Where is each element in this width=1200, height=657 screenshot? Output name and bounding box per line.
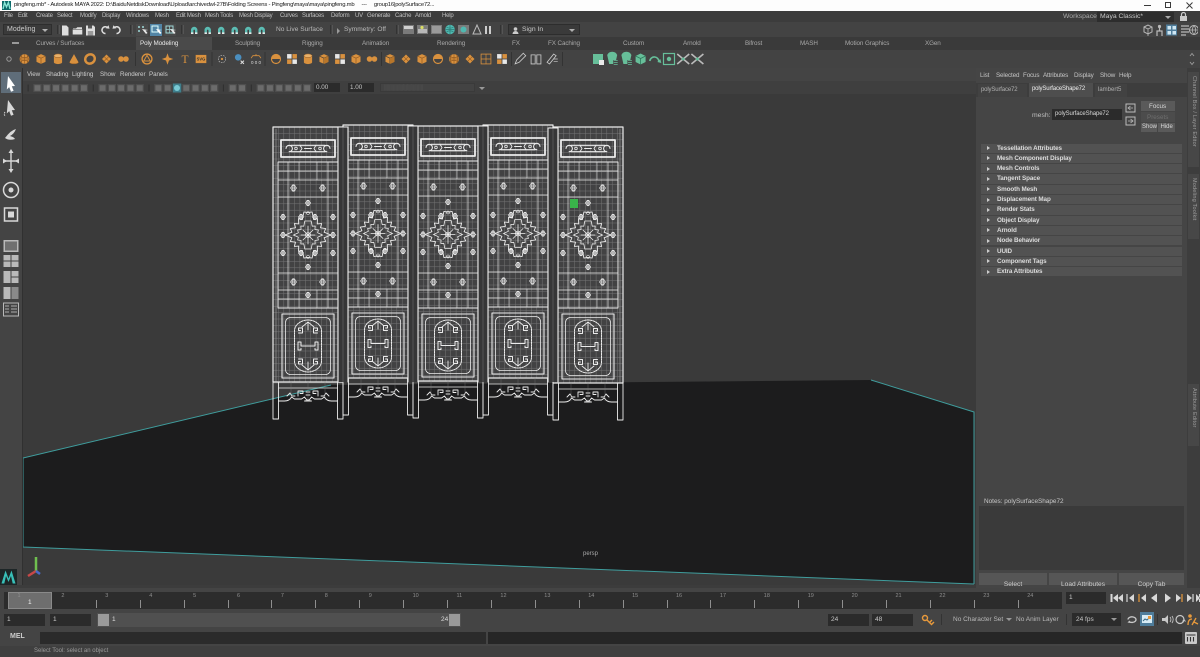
svg-text:0 0 0: 0 0 0 xyxy=(251,60,262,65)
svg-text:SVG: SVG xyxy=(197,57,206,62)
svg-text:T: T xyxy=(181,54,188,66)
